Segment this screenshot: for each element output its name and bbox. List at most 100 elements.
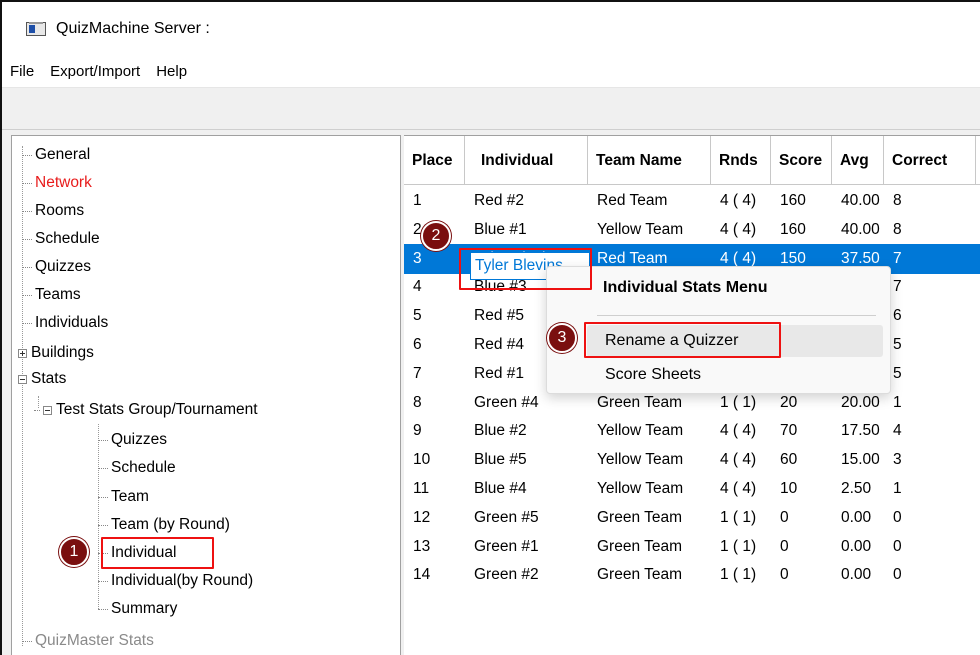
tree-item-general[interactable]: General <box>22 144 90 166</box>
cell-avg: 0.00 <box>841 566 872 584</box>
table-row[interactable]: 14 Green #2 Green Team 1 ( 1) 0 0.00 0 <box>404 560 980 590</box>
column-header-individual[interactable]: Individual <box>465 136 588 185</box>
tree-connector <box>22 322 32 324</box>
tree-item-quizmaster-stats[interactable]: QuizMaster Stats <box>22 630 154 652</box>
column-header-rounds[interactable]: Rnds <box>711 136 771 185</box>
tree-item-stats-summary[interactable]: Summary <box>98 598 177 620</box>
cell-place: 3 <box>413 249 422 267</box>
menu-export-import[interactable]: Export/Import <box>50 63 140 80</box>
tree-item-stats-group[interactable]: Test Stats Group/Tournament <box>34 399 258 421</box>
cell-avg: 0.00 <box>841 508 872 526</box>
menu-bar: File Export/Import Help <box>2 56 980 88</box>
menu-separator <box>597 315 876 316</box>
tree-item-buildings[interactable]: Buildings <box>18 342 94 364</box>
tree-item-stats-individual-by-round[interactable]: Individual(by Round) <box>98 570 253 592</box>
cell-individual: Blue #1 <box>474 220 527 238</box>
tree-connector <box>22 154 32 156</box>
cell-avg: 40.00 <box>841 192 880 209</box>
collapse-icon[interactable] <box>43 405 52 415</box>
table-row[interactable]: 10 Blue #5 Yellow Team 4 ( 4) 60 15.00 3 <box>404 445 980 475</box>
table-row[interactable]: 13 Green #1 Green Team 1 ( 1) 0 0.00 0 <box>404 532 980 562</box>
cell-place: 4 <box>413 278 422 296</box>
collapse-icon[interactable] <box>18 374 27 384</box>
column-header-correct[interactable]: Correct <box>884 136 976 185</box>
tree-item-network[interactable]: Network <box>22 172 92 194</box>
column-header-score[interactable]: Score <box>771 136 832 185</box>
cell-place: 9 <box>413 422 422 440</box>
cell-place: 6 <box>413 336 422 353</box>
cell-team-name: Yellow Team <box>597 480 684 497</box>
cell-score: 10 <box>780 480 798 497</box>
tree-item-label: Stats <box>31 370 67 387</box>
cell-individual: Red #2 <box>474 192 524 209</box>
cell-place: 8 <box>413 393 422 411</box>
cell-place: 14 <box>413 566 431 584</box>
menu-item-label: Score Sheets <box>605 366 702 383</box>
cell-correct: 0 <box>893 566 902 584</box>
table-row[interactable]: 2 Blue #1 Yellow Team 4 ( 4) 160 40.00 8 <box>404 215 980 245</box>
tree-item-label: Individual <box>111 544 177 561</box>
tree-item-teams[interactable]: Teams <box>22 284 81 306</box>
tree-item-label: General <box>35 146 91 163</box>
cell-place: 10 <box>413 451 431 469</box>
tree-item-stats-quizzes[interactable]: Quizzes <box>98 429 167 451</box>
menu-item-rename-quizzer[interactable]: Rename a Quizzer <box>587 325 883 357</box>
table-row[interactable]: 12 Green #5 Green Team 1 ( 1) 0 0.00 0 <box>404 503 980 533</box>
tree-connector <box>98 439 108 441</box>
tree-item-label: Schedule <box>35 230 100 247</box>
tree-item-label: Test Stats Group/Tournament <box>56 401 258 418</box>
menu-file[interactable]: File <box>10 63 34 80</box>
cell-team-name: Green Team <box>597 537 683 555</box>
tree-item-label: Rooms <box>35 202 85 219</box>
table-row[interactable]: 9 Blue #2 Yellow Team 4 ( 4) 70 17.50 4 <box>404 416 980 446</box>
step-badge-1: 1 <box>59 537 89 567</box>
tree-connector <box>22 238 32 240</box>
tree-item-individuals[interactable]: Individuals <box>22 312 108 334</box>
tree-item-label: Quizzes <box>35 258 91 275</box>
cell-avg: 17.50 <box>841 422 880 440</box>
tree-item-stats-team[interactable]: Team <box>98 486 149 508</box>
cell-rounds: 1 ( 1) <box>720 566 757 584</box>
menu-item-label: Rename a Quizzer <box>605 332 739 349</box>
cell-score: 160 <box>780 220 806 238</box>
tree-item-stats-individual[interactable]: Individual <box>98 542 177 564</box>
tree-item-stats-schedule[interactable]: Schedule <box>98 457 176 479</box>
tree-item-quizzes[interactable]: Quizzes <box>22 256 91 278</box>
cell-score: 0 <box>780 537 789 555</box>
menu-help[interactable]: Help <box>156 63 187 80</box>
individual-stats-context-menu: Individual Stats Menu Rename a Quizzer S… <box>546 266 891 394</box>
column-header-avg[interactable]: Avg <box>832 136 884 185</box>
tree-connector <box>22 210 32 212</box>
cell-place: 13 <box>413 537 431 555</box>
cell-individual: Blue #5 <box>474 451 527 469</box>
table-row[interactable]: 1 Red #2 Red Team 4 ( 4) 160 40.00 8 <box>404 186 980 216</box>
cell-rounds: 4 ( 4) <box>720 422 757 440</box>
tree-item-label: Schedule <box>111 459 176 476</box>
tree-connector <box>98 608 108 610</box>
column-header-team-name[interactable]: Team Name <box>588 136 711 185</box>
cell-correct: 8 <box>893 220 902 238</box>
tree-item-label: Buildings <box>31 344 94 361</box>
cell-rounds: 1 ( 1) <box>720 508 757 526</box>
app-window: QuizMachine Server : File Export/Import … <box>0 0 980 655</box>
tree-item-rooms[interactable]: Rooms <box>22 200 84 222</box>
tree-item-schedule[interactable]: Schedule <box>22 228 100 250</box>
column-header-place[interactable]: Place <box>404 136 465 185</box>
tree-item-label: Network <box>35 174 92 191</box>
tree-item-stats-team-by-round[interactable]: Team (by Round) <box>98 514 230 536</box>
cell-rounds: 4 ( 4) <box>720 220 757 238</box>
tree-connector <box>98 467 108 469</box>
table-header: Place Individual Team Name Rnds Score Av… <box>404 136 980 185</box>
cell-individual: Red #5 <box>474 307 524 325</box>
tree-item-label: Individual(by Round) <box>111 572 254 589</box>
cell-individual: Green #2 <box>474 566 539 584</box>
tree-item-stats[interactable]: Stats <box>18 368 66 390</box>
cell-correct: 0 <box>893 537 902 555</box>
table-row[interactable]: 11 Blue #4 Yellow Team 4 ( 4) 10 2.50 1 <box>404 474 980 504</box>
tree-connector <box>98 496 108 498</box>
cell-avg: 2.50 <box>841 480 872 497</box>
cell-team-name: Red Team <box>597 192 668 209</box>
cell-score: 70 <box>780 422 798 440</box>
expand-icon[interactable] <box>18 348 27 358</box>
menu-item-score-sheets[interactable]: Score Sheets <box>587 359 883 391</box>
